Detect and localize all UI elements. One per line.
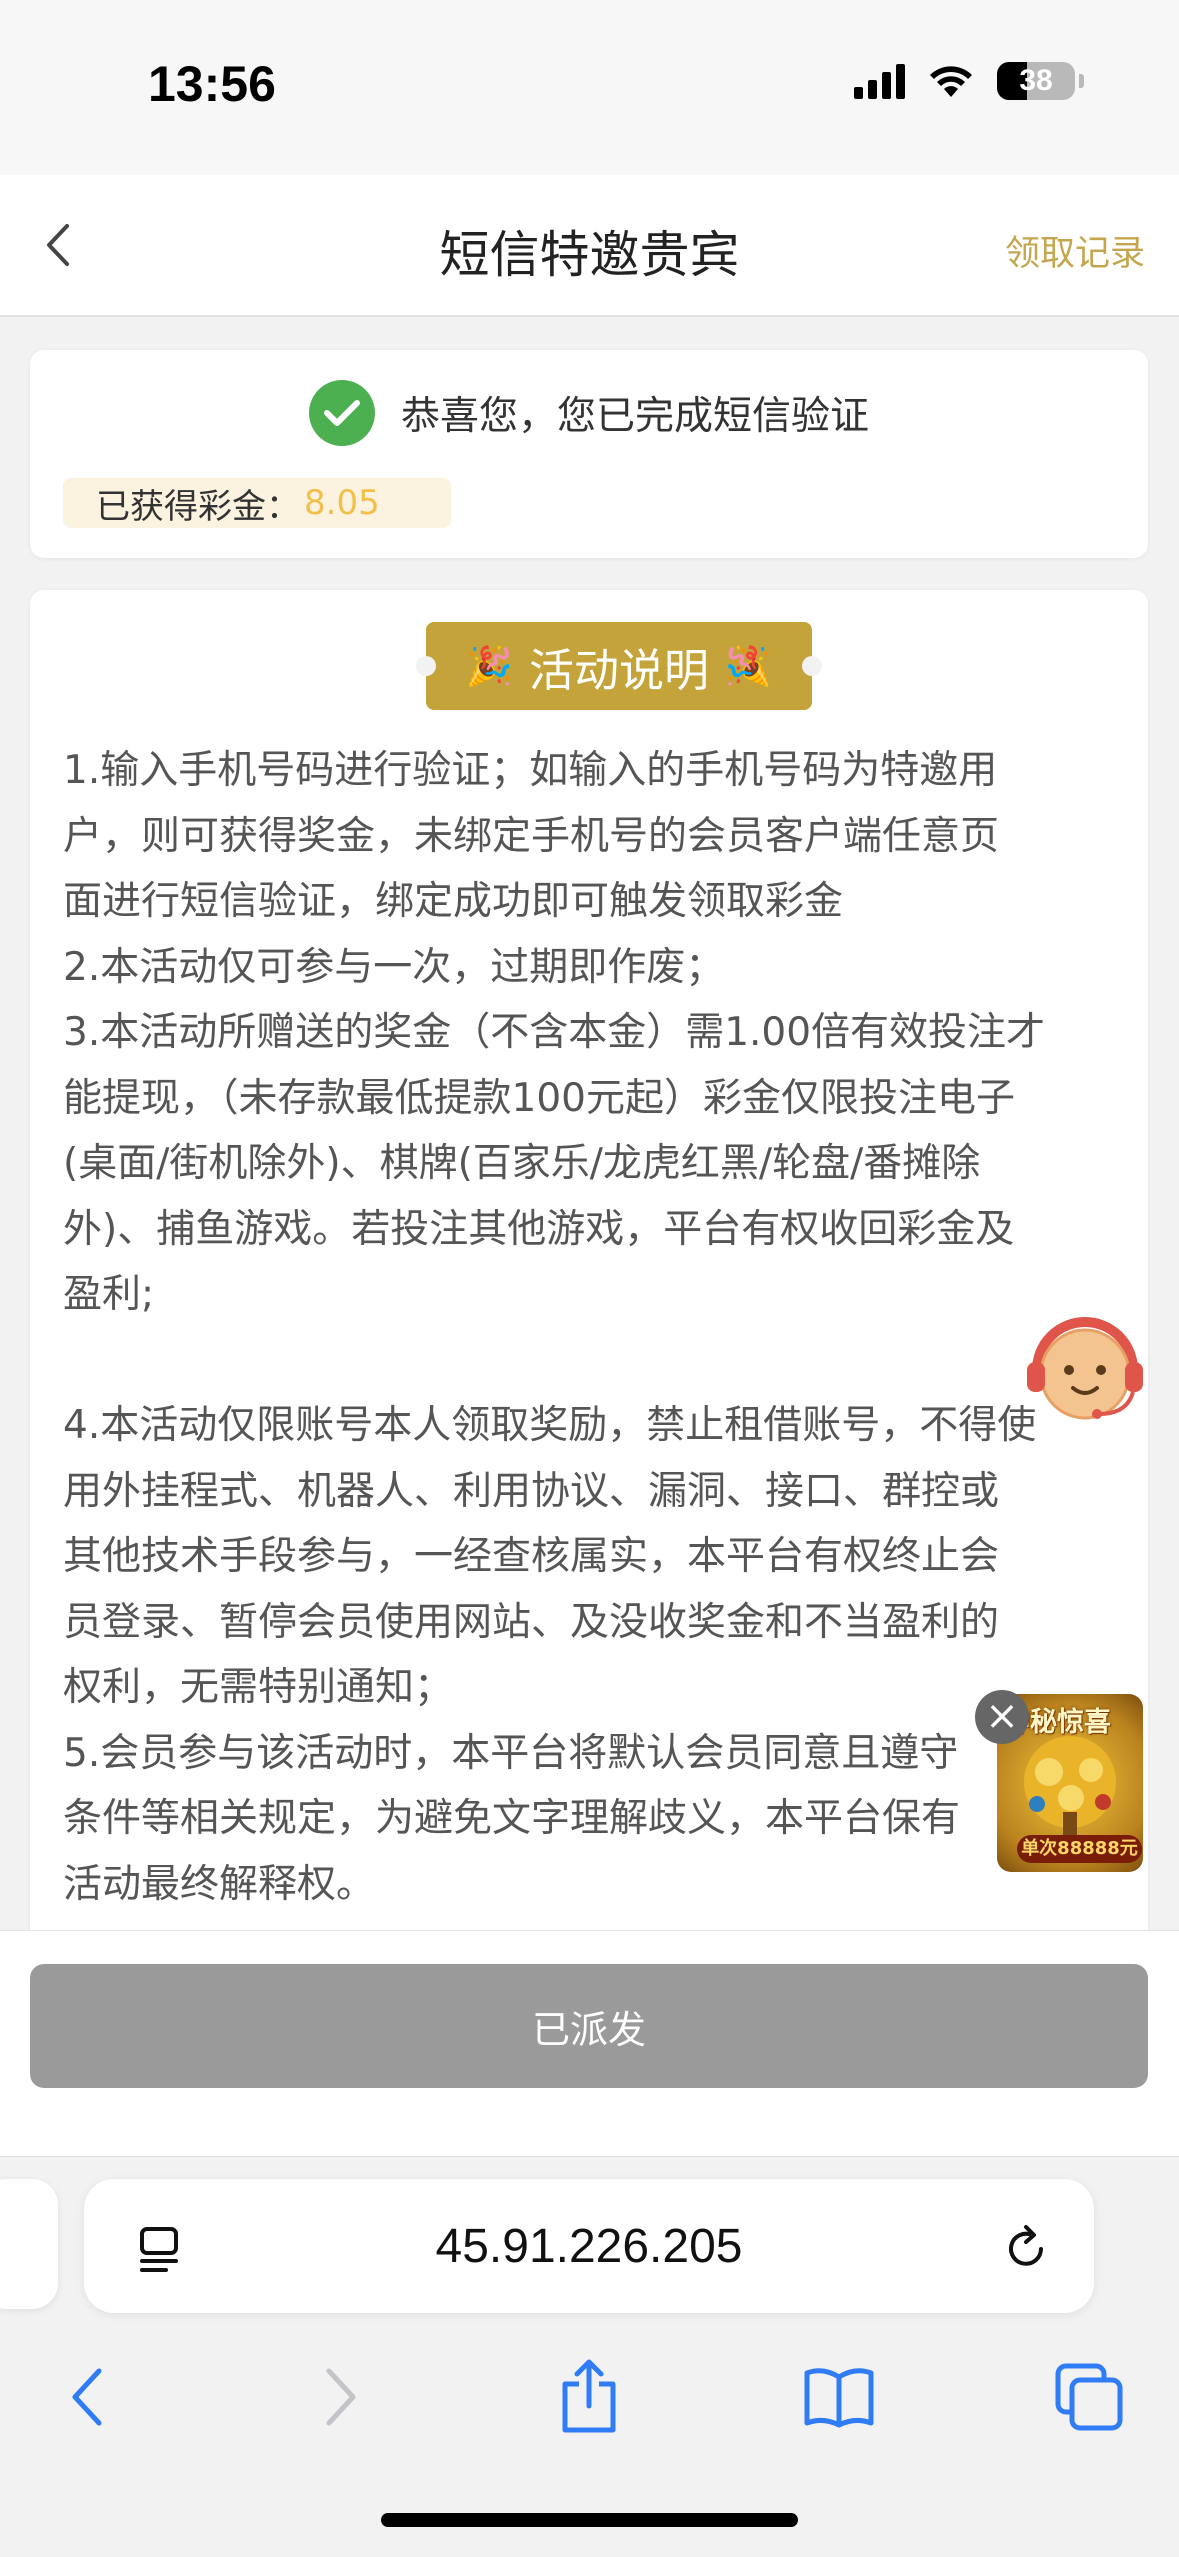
browser-forward-button[interactable] — [296, 2347, 386, 2447]
verification-success-card: 恭喜您，您已完成短信验证 已获得彩金： 8.05 — [30, 350, 1148, 558]
browser-back-button[interactable] — [42, 2347, 132, 2447]
bonus-label: 已获得彩金： — [96, 486, 300, 527]
home-indicator — [381, 2513, 798, 2527]
tabs-button[interactable] — [1044, 2347, 1134, 2447]
cellular-signal-icon — [854, 63, 905, 99]
reload-icon[interactable] — [996, 2219, 1056, 2279]
check-circle-icon — [308, 380, 375, 446]
dispatched-button[interactable]: 已派发 — [30, 1964, 1148, 2088]
wifi-icon — [930, 66, 972, 97]
share-button[interactable] — [544, 2347, 634, 2447]
book-icon — [804, 2368, 874, 2428]
bonus-value: 8.05 — [304, 483, 380, 523]
tabs-icon — [1055, 2363, 1123, 2431]
customer-service-button[interactable] — [1015, 1300, 1155, 1430]
activity-badge-label: 活动说明 — [528, 643, 709, 697]
success-row: 恭喜您，您已完成短信验证 — [30, 380, 1148, 446]
bottom-action-area: 已派发 — [0, 1930, 1179, 2156]
chevron-right-icon — [326, 2368, 356, 2426]
battery-tip — [1079, 74, 1084, 88]
chevron-left-icon — [72, 2368, 102, 2426]
party-popper-icon: 🎉 — [465, 643, 513, 688]
browser-toolbar: 45.91.226.205 — [0, 2156, 1179, 2557]
battery-icon: 38 — [997, 62, 1075, 100]
bookmarks-button[interactable] — [794, 2347, 884, 2447]
status-icons: 38 — [854, 62, 1084, 100]
mystery-gift-promo[interactable]: × 神秘惊喜 单次88888元 — [975, 1690, 1145, 1875]
success-message: 恭喜您，您已完成短信验证 — [400, 394, 869, 439]
nav-bar: 短信特邀贵宾 领取记录 — [0, 175, 1179, 317]
status-time: 13:56 — [148, 56, 276, 112]
battery-level: 38 — [1019, 64, 1053, 97]
record-link[interactable]: 领取记录 — [1005, 225, 1145, 276]
bonus-badge: 已获得彩金： 8.05 — [63, 478, 451, 528]
party-popper-icon: 🎉 — [725, 643, 773, 688]
close-icon[interactable]: × — [975, 1690, 1029, 1744]
activity-badge: 🎉 活动说明 🎉 — [416, 622, 822, 710]
page-title: 短信特邀贵宾 — [439, 226, 740, 284]
address-bar[interactable]: 45.91.226.205 — [84, 2179, 1094, 2313]
gift-subtitle: 单次88888元 — [1017, 1835, 1142, 1863]
previous-tab-preview[interactable] — [0, 2179, 58, 2309]
status-bar: 13:56 38 — [0, 0, 1179, 175]
safari-bottom-toolbar — [0, 2347, 1179, 2457]
share-icon — [562, 2359, 616, 2433]
customer-service-icon — [1027, 1317, 1143, 1420]
url-text[interactable]: 45.91.226.205 — [84, 2219, 1094, 2274]
